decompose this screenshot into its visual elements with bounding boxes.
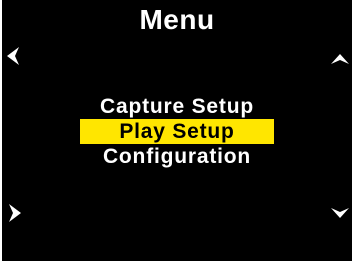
- chevron-right-icon[interactable]: [3, 202, 25, 224]
- chevron-up-icon[interactable]: [329, 48, 351, 70]
- menu-item-play-setup[interactable]: Play Setup: [80, 119, 274, 144]
- menu-item-capture-setup[interactable]: Capture Setup: [2, 94, 352, 119]
- menu-list: Capture Setup Play Setup Configuration: [2, 94, 352, 169]
- menu-item-configuration[interactable]: Configuration: [2, 144, 352, 169]
- chevron-down-icon[interactable]: [329, 202, 351, 224]
- page-title: Menu: [139, 4, 215, 35]
- menu-screen: Menu Capture Setup Play Setup Configurat…: [2, 0, 352, 261]
- chevron-left-icon[interactable]: [3, 45, 25, 67]
